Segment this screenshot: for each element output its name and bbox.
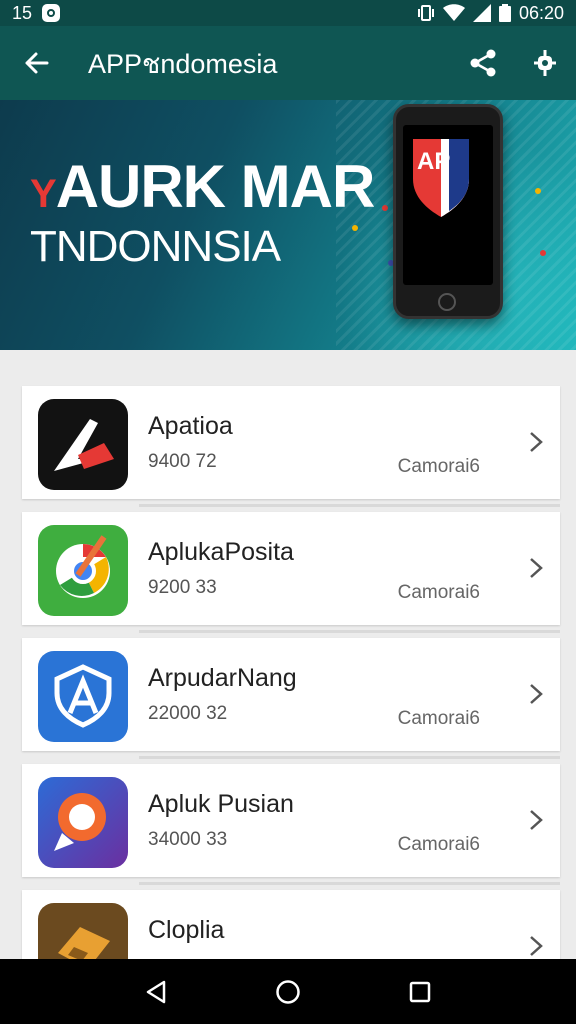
status-bar: 15 06:20 xyxy=(0,0,576,26)
chevron-right-icon xyxy=(530,936,543,956)
location-pin-icon xyxy=(38,777,128,868)
app-name: Apluk Pusian xyxy=(148,790,294,818)
app-category: Camorai6 xyxy=(397,456,480,477)
status-time-left: 15 xyxy=(12,2,33,23)
system-nav-bar xyxy=(0,959,576,1024)
list-item[interactable]: AplukaPosita 9200 33 Camorai6 xyxy=(22,512,560,633)
phone-illustration: AP xyxy=(393,104,503,319)
app-bar: APPชndomesia xyxy=(0,26,576,100)
app-list: Apatioa 9400 72 Camorai6 AplukaPosita 92… xyxy=(22,386,560,1016)
circle-home-icon xyxy=(276,979,300,1004)
chevron-right-icon xyxy=(530,432,543,452)
shield-logo-icon: AP xyxy=(413,139,469,217)
app-size: 22000 32 xyxy=(148,703,228,724)
app-size: 9400 72 xyxy=(148,451,217,472)
share-button[interactable] xyxy=(452,26,514,100)
app-name: AplukaPosita xyxy=(148,538,294,566)
app-name: Cloplia xyxy=(148,916,225,944)
banner-subline: TNDONNSIA xyxy=(30,222,281,271)
app-category: Camorai6 xyxy=(397,834,480,855)
chevron-right-icon xyxy=(530,684,543,704)
banner-headline: YAURK MAR xyxy=(30,152,376,221)
triangle-back-icon xyxy=(146,980,166,1003)
shield-a-icon xyxy=(38,651,128,742)
square-recents-icon xyxy=(409,981,431,1002)
signal-icon xyxy=(472,4,491,22)
nav-home-button[interactable] xyxy=(273,977,303,1007)
list-item[interactable]: Apatioa 9400 72 Camorai6 xyxy=(22,386,560,507)
app-name: Apatioa xyxy=(148,412,233,440)
list-item[interactable]: Apluk Pusian 34000 33 Camorai6 xyxy=(22,764,560,885)
plugin-icon xyxy=(534,50,556,76)
vibrate-icon xyxy=(417,5,434,21)
brand-a-icon xyxy=(38,399,128,490)
chevron-right-icon xyxy=(530,558,543,578)
nav-recents-button[interactable] xyxy=(405,977,435,1007)
wifi-icon xyxy=(442,4,465,21)
page-title: APPชndomesia xyxy=(88,48,278,79)
arrow-back-icon xyxy=(25,52,49,74)
plugin-button[interactable] xyxy=(514,26,576,100)
banner-accent: Y xyxy=(30,172,57,216)
app-size: 9200 33 xyxy=(148,577,217,598)
shield-text: AP xyxy=(417,148,450,175)
notification-icon xyxy=(42,4,61,22)
app-size: 34000 33 xyxy=(148,829,228,850)
back-button[interactable] xyxy=(0,26,72,100)
app-name: ArpudarNang xyxy=(148,664,297,692)
app-category: Camorai6 xyxy=(397,708,480,729)
app-category: Camorai6 xyxy=(397,582,480,603)
banner-headline-text: AURK MAR xyxy=(55,153,376,220)
chevron-right-icon xyxy=(530,810,543,830)
list-item[interactable]: ArpudarNang 22000 32 Camorai6 xyxy=(22,638,560,759)
chrome-icon xyxy=(38,525,128,616)
status-time-right: 06:20 xyxy=(518,2,564,23)
nav-back-button[interactable] xyxy=(141,977,171,1007)
promo-banner[interactable]: YAURK MAR TNDONNSIA AP xyxy=(0,100,576,350)
share-icon xyxy=(470,49,496,77)
battery-icon xyxy=(498,4,511,22)
